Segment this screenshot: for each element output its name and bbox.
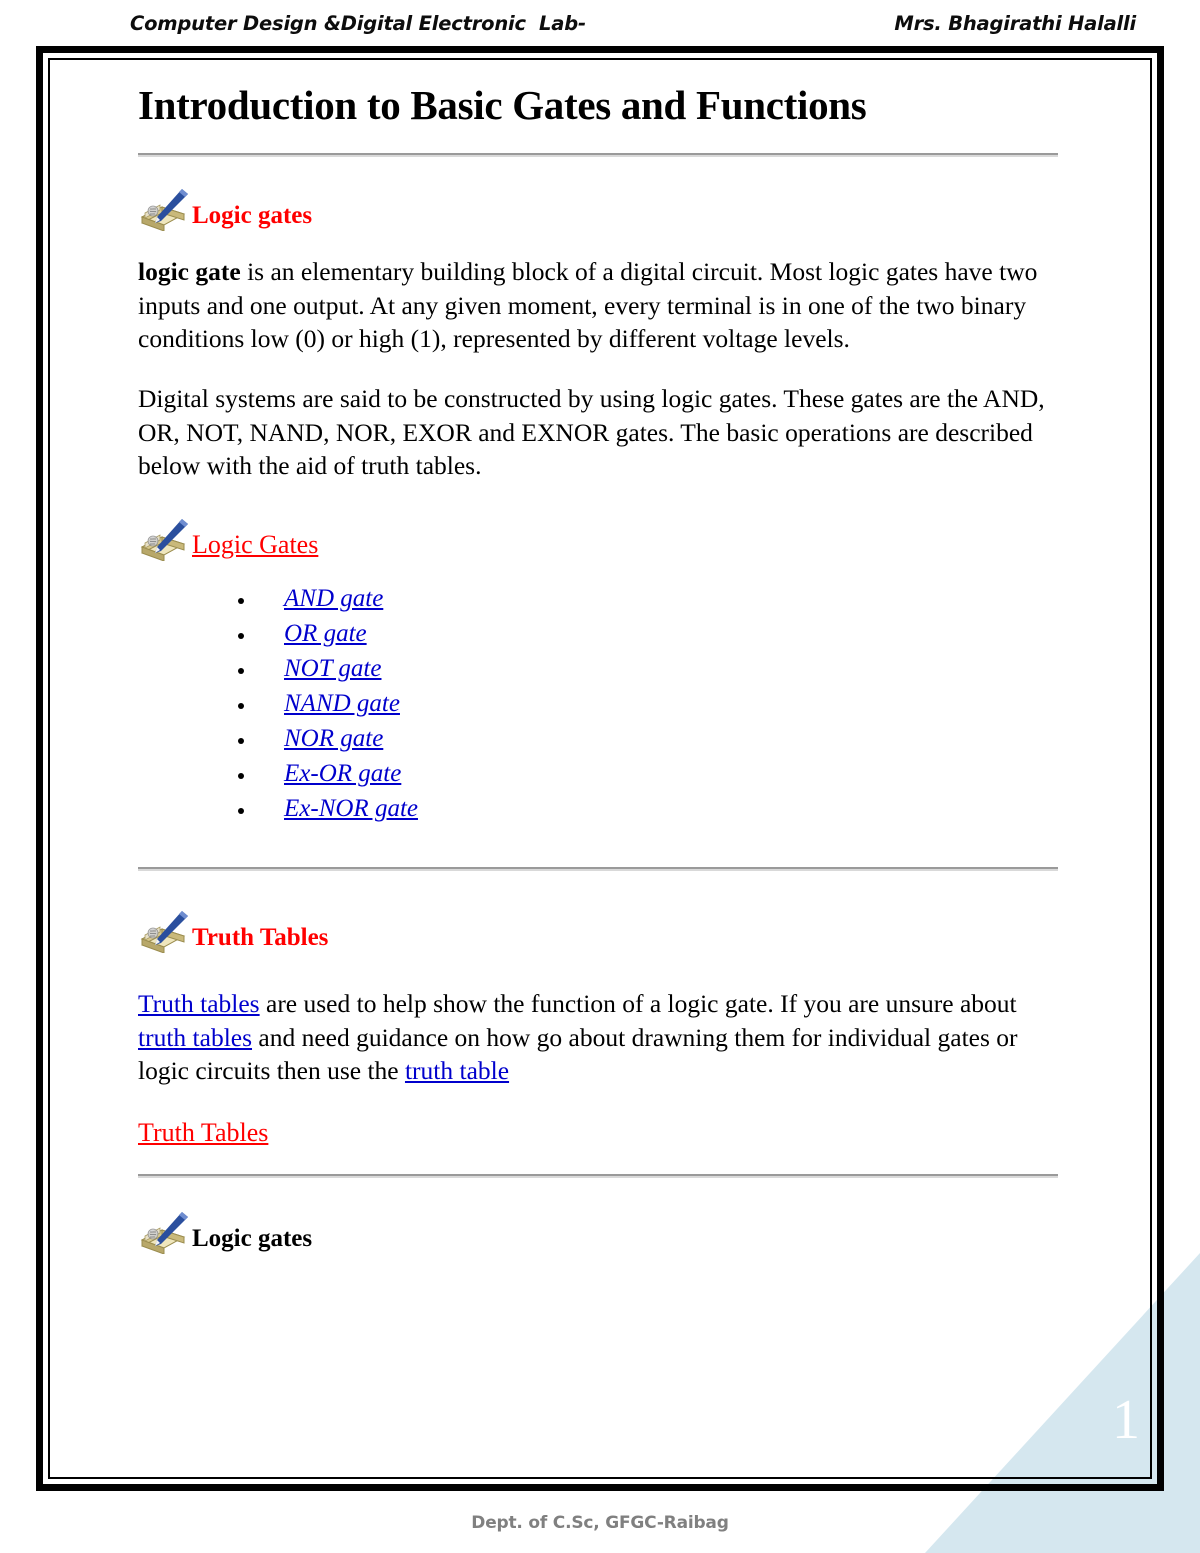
gate-link-or[interactable]: OR gate — [284, 620, 367, 647]
paragraph-logic-gate-definition: logic gate is an elementary building blo… — [138, 255, 1053, 356]
paragraph-digital-systems: Digital systems are said to be construct… — [138, 384, 1045, 481]
gate-link-and[interactable]: AND gate — [284, 585, 383, 612]
truth-tables-text-2: and need guidance on how go about drawni… — [138, 1022, 1018, 1086]
document-content: Introduction to Basic Gates and Function… — [138, 82, 1058, 1255]
list-item: NOT gate — [256, 653, 1058, 685]
gate-list: AND gate OR gate NOT gate NAND gate NOR … — [138, 583, 1058, 825]
page-title: Introduction to Basic Gates and Function… — [138, 82, 867, 128]
truth-tables-heading-label: Truth Tables — [192, 924, 329, 952]
gate-link-nor[interactable]: NOR gate — [284, 725, 383, 752]
truth-tables-link-1[interactable]: Truth tables — [138, 989, 260, 1018]
book-pen-icon — [138, 909, 190, 954]
page-number: 1 — [1112, 1389, 1140, 1451]
running-header: Computer Design &Digital Electronic Lab-… — [130, 8, 1140, 38]
logic-gates-link-heading-label[interactable]: Logic Gates — [192, 532, 318, 561]
list-item: NOR gate — [256, 723, 1058, 755]
divider-after-gate-list — [138, 867, 1058, 872]
document-page: Computer Design &Digital Electronic Lab-… — [0, 0, 1200, 1553]
paragraph-rest: is an elementary building block of a dig… — [138, 257, 1038, 354]
list-item: Ex-NOR gate — [256, 793, 1058, 825]
truth-tables-text-1: are used to help show the function of a … — [259, 989, 1017, 1019]
paragraph-truth-tables: Truth tables are used to help show the f… — [138, 987, 1053, 1088]
section-heading-logic-gates-2: Logic gates — [138, 1210, 1058, 1255]
truth-tables-standalone-link[interactable]: Truth Tables — [138, 1118, 268, 1148]
section-heading-logic-gates: Logic gates — [138, 187, 1058, 232]
footer-department-text: Dept. of C.Sc, GFGC-Raibag — [471, 1513, 729, 1533]
header-course-title: Computer Design &Digital Electronic Lab- — [130, 11, 586, 35]
logic-gates-heading-2-label: Logic gates — [192, 1225, 313, 1253]
header-instructor-name: Mrs. Bhagirathi Halalli — [894, 11, 1136, 35]
book-pen-icon — [138, 517, 190, 562]
gate-link-nand[interactable]: NAND gate — [284, 690, 400, 717]
section-heading-logic-gates-link: Logic Gates — [138, 517, 1058, 562]
logic-gates-heading-label: Logic gates — [192, 202, 313, 230]
divider-after-truth-tables — [138, 1174, 1058, 1179]
gate-link-exor[interactable]: Ex-OR gate — [284, 760, 401, 787]
truth-tables-link-2[interactable]: truth tables — [138, 1023, 252, 1052]
list-item: AND gate — [256, 583, 1058, 615]
list-item: NAND gate — [256, 688, 1058, 720]
divider-under-title — [138, 153, 1058, 158]
list-item: OR gate — [256, 618, 1058, 650]
gate-link-not[interactable]: NOT gate — [284, 655, 381, 682]
page-footer: Dept. of C.Sc, GFGC-Raibag — [0, 1513, 1200, 1533]
paragraph-bold-lead: logic gate — [138, 257, 241, 287]
truth-tables-link-3[interactable]: truth table — [405, 1056, 509, 1085]
book-pen-icon — [138, 187, 190, 232]
section-heading-truth-tables: Truth Tables — [138, 909, 1058, 954]
gate-link-exnor[interactable]: Ex-NOR gate — [284, 795, 418, 822]
book-pen-icon — [138, 1210, 190, 1255]
list-item: Ex-OR gate — [256, 758, 1058, 790]
